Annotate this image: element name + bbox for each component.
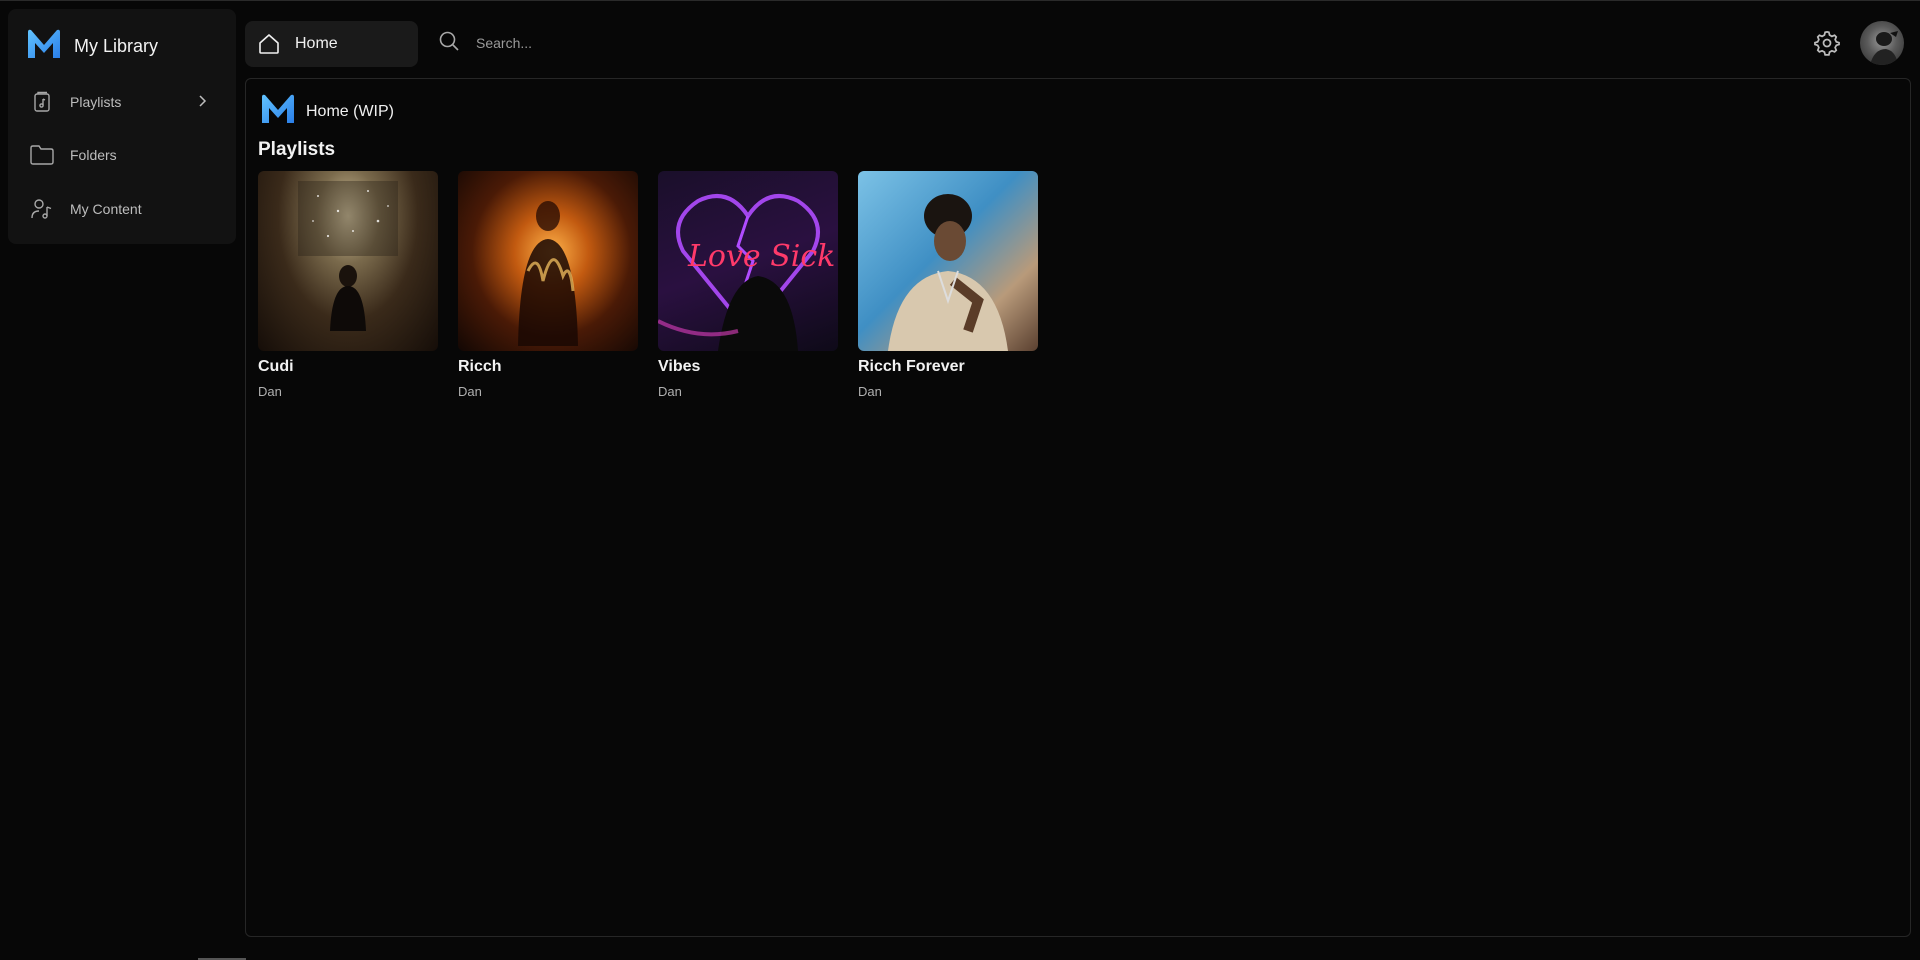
playlist-card-ricch[interactable]: Ricch Dan (458, 171, 638, 399)
music-file-icon (28, 88, 56, 116)
app-logo-icon (260, 93, 296, 130)
chevron-right-icon[interactable] (194, 93, 210, 114)
playlist-owner: Dan (858, 384, 882, 399)
user-music-icon (28, 195, 56, 223)
settings-gear-icon[interactable] (1813, 29, 1841, 57)
page-title: Home (WIP) (306, 102, 394, 120)
playlist-owner: Dan (458, 384, 482, 399)
playlist-owner: Dan (258, 384, 282, 399)
window-top-border (0, 0, 1920, 1)
home-label: Home (295, 35, 338, 52)
avatar[interactable] (1860, 21, 1904, 65)
search-input[interactable] (474, 27, 978, 59)
folder-icon (28, 141, 56, 169)
home-button[interactable]: Home (245, 21, 418, 67)
sidebar-item-folders[interactable]: Folders (28, 135, 224, 175)
playlist-cover[interactable]: Love Sick (658, 171, 838, 351)
home-icon (255, 30, 283, 58)
playlist-card-ricch-forever[interactable]: Ricch Forever Dan (858, 171, 1038, 399)
search-icon[interactable] (438, 30, 460, 57)
playlist-title: Ricch Forever (858, 358, 965, 375)
playlist-cover[interactable] (258, 171, 438, 351)
brand: My Library (26, 21, 158, 71)
sidebar-item-playlists[interactable]: Playlists (28, 82, 224, 122)
playlist-card-vibes[interactable]: Love Sick Vibes Dan (658, 171, 838, 399)
library-title: My Library (74, 35, 159, 56)
playlist-title: Cudi (258, 358, 294, 375)
sidebar-item-label: Folders (70, 147, 117, 163)
app-logo-icon (26, 28, 62, 65)
section-title: Playlists (258, 139, 336, 160)
sidebar-item-label: My Content (70, 201, 142, 217)
cover-text: Love Sick (687, 239, 835, 274)
page-header: Home (WIP) (260, 93, 394, 130)
playlist-grid: Cudi Dan Ricch Dan Love Sick Vibes Dan R… (258, 171, 1038, 399)
sidebar-item-my-content[interactable]: My Content (28, 189, 224, 229)
main-panel: Home (WIP) Playlists Cudi Dan Ricch Dan … (245, 78, 1911, 937)
sidebar: My Library Playlists Folders My Content (8, 9, 236, 244)
playlist-cover[interactable] (858, 171, 1038, 351)
playlist-card-cudi[interactable]: Cudi Dan (258, 171, 438, 399)
playlist-cover[interactable] (458, 171, 638, 351)
sidebar-item-label: Playlists (70, 94, 122, 110)
playlist-title: Ricch (458, 358, 502, 375)
playlist-title: Vibes (658, 358, 701, 375)
playlist-owner: Dan (658, 384, 682, 399)
search-bar (438, 26, 1038, 60)
